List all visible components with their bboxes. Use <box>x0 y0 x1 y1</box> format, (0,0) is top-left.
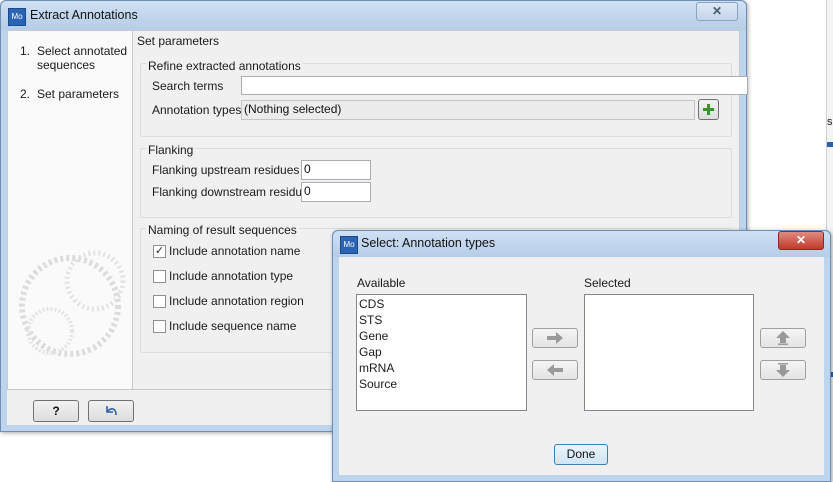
step-2-number: 2. <box>20 87 31 101</box>
arrow-right-icon <box>547 332 563 344</box>
include-annotation-region-label[interactable]: Include annotation region <box>169 294 304 308</box>
app-icon: Mo <box>8 8 26 26</box>
panel-title: Set parameters <box>137 34 220 48</box>
back-button[interactable] <box>88 400 134 422</box>
list-item[interactable]: STS <box>359 312 526 328</box>
close-icon: ✕ <box>711 4 723 18</box>
search-terms-label: Search terms <box>152 79 224 93</box>
flanking-group <box>140 148 732 218</box>
upstream-input[interactable]: 0 <box>301 160 371 180</box>
help-button[interactable]: ? <box>33 400 79 422</box>
plus-icon <box>703 104 714 115</box>
search-terms-input[interactable] <box>241 76 748 95</box>
move-up-button[interactable] <box>760 328 806 348</box>
step-1-label-cont[interactable]: sequences <box>37 58 95 72</box>
available-label: Available <box>357 276 406 290</box>
done-button[interactable]: Done <box>554 444 608 465</box>
available-list[interactable]: CDS STS Gene Gap mRNA Source <box>356 294 527 411</box>
list-item[interactable]: mRNA <box>359 360 526 376</box>
include-sequence-name-checkbox[interactable] <box>153 320 166 333</box>
flanking-group-title: Flanking <box>146 143 196 157</box>
list-item[interactable]: Source <box>359 376 526 392</box>
include-annotation-region-checkbox[interactable] <box>153 295 166 308</box>
background-fragment-text: s <box>827 116 833 128</box>
include-annotation-name-label[interactable]: Include annotation name <box>169 244 300 258</box>
list-item[interactable]: CDS <box>359 296 526 312</box>
add-annotation-type-button[interactable] <box>698 99 719 120</box>
include-annotation-name-checkbox[interactable]: ✓ <box>153 245 166 258</box>
selected-label: Selected <box>584 276 631 290</box>
select-annotation-types-dialog: Mo Select: Annotation types ✕ Available … <box>332 230 831 482</box>
annotation-types-field: (Nothing selected) <box>241 100 695 120</box>
list-item[interactable]: Gene <box>359 328 526 344</box>
step-1-number: 1. <box>20 44 31 58</box>
watermark-logo <box>19 250 126 357</box>
steps-panel: 1. Select annotated sequences 2. Set par… <box>7 30 133 390</box>
window-title: Extract Annotations <box>30 8 138 22</box>
add-to-selected-button[interactable] <box>532 328 578 348</box>
dialog-client-area: Available CDS STS Gene Gap mRNA Source S… <box>339 257 824 475</box>
arrow-left-icon <box>547 364 563 376</box>
arrow-down-icon <box>776 363 790 377</box>
arrow-up-icon <box>776 331 790 345</box>
remove-from-selected-button[interactable] <box>532 360 578 380</box>
move-down-button[interactable] <box>760 360 806 380</box>
main-title-bar[interactable]: Mo Extract Annotations ✕ <box>1 1 746 30</box>
main-close-button[interactable]: ✕ <box>696 2 738 21</box>
include-annotation-type-label[interactable]: Include annotation type <box>169 269 293 283</box>
include-annotation-type-checkbox[interactable] <box>153 270 166 283</box>
naming-group-title: Naming of result sequences <box>146 223 299 237</box>
close-icon: ✕ <box>795 233 807 247</box>
background-fragment-bar-1 <box>827 142 833 147</box>
dialog-close-button[interactable]: ✕ <box>778 231 824 250</box>
upstream-label: Flanking upstream residues <box>152 163 300 177</box>
list-item[interactable]: Gap <box>359 344 526 360</box>
include-sequence-name-label[interactable]: Include sequence name <box>169 319 296 333</box>
refine-group-title: Refine extracted annotations <box>146 59 303 73</box>
selected-list[interactable] <box>584 294 754 411</box>
dialog-app-icon: Mo <box>340 236 358 254</box>
step-2-label[interactable]: Set parameters <box>37 87 119 101</box>
dialog-title-bar[interactable]: Mo Select: Annotation types ✕ <box>333 231 830 257</box>
downstream-label: Flanking downstream residues <box>152 185 315 199</box>
downstream-input[interactable]: 0 <box>301 182 371 202</box>
step-1-label[interactable]: Select annotated <box>37 44 127 58</box>
undo-arrow-icon <box>106 406 117 416</box>
annotation-types-label: Annotation types <box>152 103 242 117</box>
dialog-title: Select: Annotation types <box>361 236 496 250</box>
